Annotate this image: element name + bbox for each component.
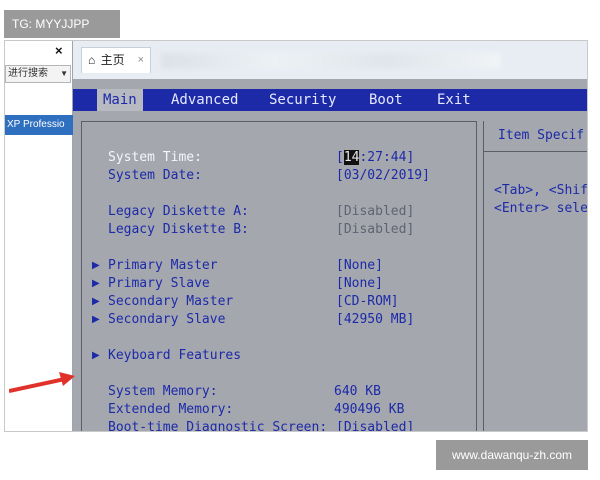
tab-strip: ⌂ 主页 × [73,41,587,79]
submenu-arrow-icon: ▶ [92,314,100,325]
tab-home[interactable]: ⌂ 主页 × [81,47,151,73]
item-help-title: Item Specif [484,121,587,152]
system-date-value[interactable]: [03/02/2019] [336,168,430,183]
help-line-2: <Enter> selec [494,201,588,216]
submenu-arrow-icon: ▶ [92,350,100,361]
system-date-label: System Date: [108,168,202,183]
system-memory-label: System Memory: [108,384,218,399]
primary-master-label[interactable]: Primary Master [108,258,218,273]
submenu-arrow-icon: ▶ [92,296,100,307]
legacy-a-value[interactable]: [Disabled] [336,204,414,219]
legacy-b-label: Legacy Diskette B: [108,222,249,237]
system-time-value[interactable]: [14:27:44] [336,150,414,165]
menu-advanced[interactable]: Advanced [171,89,238,111]
bios-menu-bar: Main Advanced Security Boot Exit [73,89,587,111]
menu-boot[interactable]: Boot [369,89,403,111]
primary-slave-value: [None] [336,276,383,291]
item-help-panel: Item Specif <Tab>, <Shift <Enter> selec [483,121,588,431]
help-line-1: <Tab>, <Shift [494,183,588,198]
red-arrow-icon [9,372,75,393]
legacy-b-value[interactable]: [Disabled] [336,222,414,237]
system-time-label: System Time: [108,150,202,165]
system-memory-value: 640 KB [334,384,381,399]
secondary-slave-label[interactable]: Secondary Slave [108,312,225,327]
blurred-tabs [161,53,501,69]
boot-diagnostic-label: Boot-time Diagnostic Screen: [108,420,328,432]
menu-main[interactable]: Main [97,89,143,111]
chevron-down-icon[interactable]: ▼ [60,66,68,82]
main-settings-panel: System Time: [14:27:44] System Date: [03… [81,121,477,432]
search-label: 进行搜索 [8,68,48,79]
keyboard-features-label[interactable]: Keyboard Features [108,348,241,363]
close-icon[interactable]: × [55,43,63,58]
secondary-slave-value: [42950 MB] [336,312,415,327]
watermark-top: TG: MYYJJPP [4,10,120,38]
primary-master-value: [None] [336,258,383,273]
tab-label: 主页 [100,53,125,67]
submenu-arrow-icon: ▶ [92,278,100,289]
menu-exit[interactable]: Exit [437,89,471,111]
submenu-arrow-icon: ▶ [92,260,100,271]
tab-close-icon[interactable]: × [138,48,144,72]
menu-security[interactable]: Security [269,89,336,111]
extended-memory-value: 490496 KB [334,402,405,417]
legacy-a-label: Legacy Diskette A: [108,204,249,219]
screenshot-frame: × 进行搜索 ▼ XP Professio ⌂ 主页 × Main Advanc… [4,40,588,432]
secondary-master-value: [CD-ROM] [336,294,399,309]
boot-diagnostic-value[interactable]: [Disabled] [336,420,414,431]
bios-screen: Main Advanced Security Boot Exit System … [73,79,588,432]
home-icon: ⌂ [88,53,96,67]
primary-slave-label[interactable]: Primary Slave [108,276,210,291]
watermark-bottom: www.dawanqu-zh.com [436,440,588,470]
secondary-master-label[interactable]: Secondary Master [108,294,233,309]
search-dropdown[interactable]: 进行搜索 ▼ [5,65,71,83]
sidebar-item-xp[interactable]: XP Professio [5,115,73,135]
time-cursor: 14 [343,150,360,165]
extended-memory-label: Extended Memory: [108,402,234,417]
